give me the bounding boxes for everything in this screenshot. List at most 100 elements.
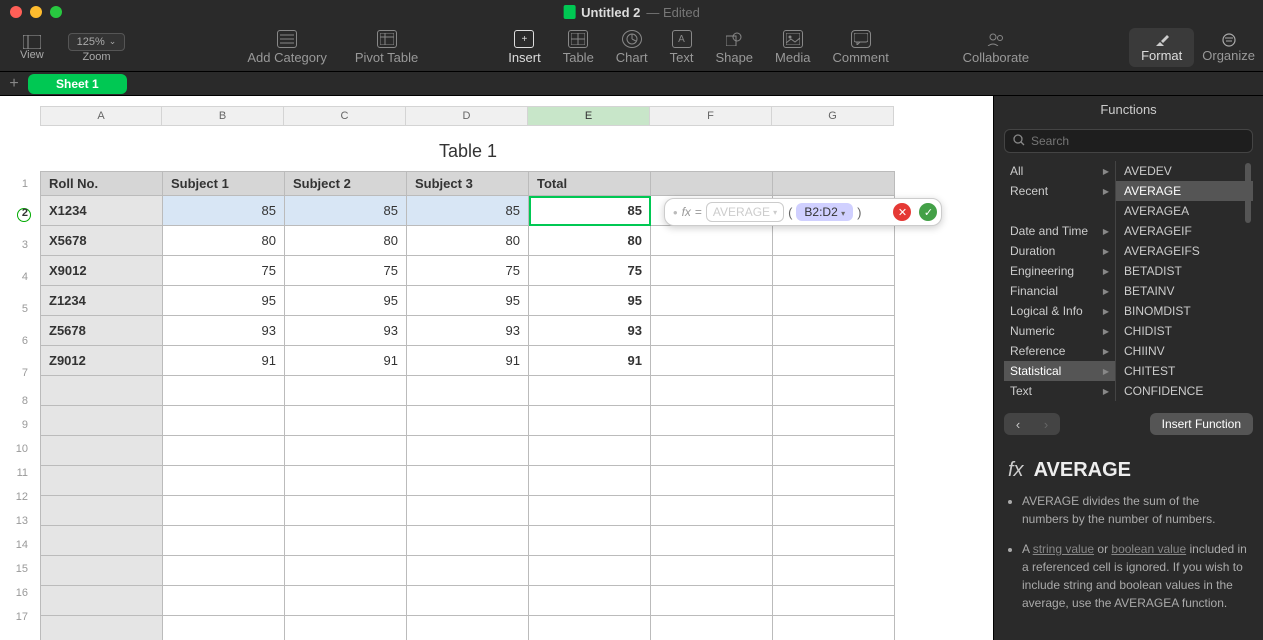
col-header-b[interactable]: B [162,106,284,126]
shape-button[interactable]: Shape [715,30,753,65]
category-item[interactable]: Logical & Info▶ [1004,301,1115,321]
cell[interactable] [529,556,651,586]
cell[interactable] [41,436,163,466]
category-item[interactable]: Recent▶ [1004,181,1115,201]
cell[interactable] [773,286,895,316]
category-item[interactable]: Numeric▶ [1004,321,1115,341]
search-input[interactable] [1031,134,1244,148]
cell[interactable]: 95 [407,286,529,316]
function-item[interactable]: CONFIDENCE [1116,381,1253,401]
th-subject3[interactable]: Subject 3 [407,172,529,196]
cell[interactable] [651,526,773,556]
row-num-13[interactable]: 13 [10,509,32,533]
row-num-5[interactable]: 5 [10,293,32,325]
cell[interactable] [407,586,529,616]
cell[interactable] [773,406,895,436]
cell[interactable] [285,466,407,496]
cell[interactable] [651,226,773,256]
cell[interactable] [407,556,529,586]
cell[interactable]: 80 [285,226,407,256]
text-button[interactable]: A Text [670,30,694,65]
cell[interactable] [163,496,285,526]
cell[interactable]: 75 [163,256,285,286]
category-item[interactable]: Financial▶ [1004,281,1115,301]
col-header-d[interactable]: D [406,106,528,126]
col-header-a[interactable]: A [40,106,162,126]
function-item[interactable]: CHIINV [1116,341,1253,361]
view-button[interactable]: View [8,35,56,61]
organize-button[interactable]: Organize [1202,32,1255,63]
cell[interactable] [407,406,529,436]
cell[interactable] [651,556,773,586]
cell[interactable] [529,406,651,436]
row-num-2[interactable]: 2 [10,197,32,229]
th-subject1[interactable]: Subject 1 [163,172,285,196]
function-list[interactable]: AVEDEVAVERAGEAVERAGEAAVERAGEIFAVERAGEIFS… [1116,161,1253,401]
cell-total[interactable]: 91 [529,346,651,376]
cell[interactable] [773,376,895,406]
function-item[interactable]: AVERAGEIF [1116,221,1253,241]
col-header-e[interactable]: E [528,106,650,126]
nav-forward-button[interactable]: › [1032,413,1060,435]
function-item[interactable]: CHIDIST [1116,321,1253,341]
cell[interactable] [41,496,163,526]
cell[interactable] [163,376,285,406]
row-num-8[interactable]: 8 [10,389,32,413]
row-num-1[interactable]: 1 [10,171,32,197]
cell[interactable]: 85 [285,196,407,226]
spreadsheet-area[interactable]: A B C D E F G 1 2 3 4 5 6 7 8 9 10 11 12… [0,96,993,640]
row-num-7[interactable]: 7 [10,357,32,389]
th-empty1[interactable] [651,172,773,196]
cell[interactable] [163,616,285,640]
category-item[interactable]: All▶ [1004,161,1115,181]
cell[interactable] [529,526,651,556]
zoom-control[interactable]: 125% ⌄ Zoom [56,33,138,63]
function-item[interactable]: BETADIST [1116,261,1253,281]
cell[interactable] [407,496,529,526]
minimize-window-button[interactable] [30,6,42,18]
cell[interactable] [285,436,407,466]
cell[interactable] [651,286,773,316]
add-category-button[interactable]: Add Category [247,30,327,65]
cell[interactable] [529,436,651,466]
category-item[interactable]: Date and Time▶ [1004,221,1115,241]
cell[interactable] [773,436,895,466]
cell[interactable]: 95 [163,286,285,316]
cell[interactable]: 85 [407,196,529,226]
cell[interactable]: 75 [285,256,407,286]
cell[interactable] [285,406,407,436]
cell[interactable] [163,406,285,436]
row-num-9[interactable]: 9 [10,413,32,437]
row-num-15[interactable]: 15 [10,557,32,581]
col-header-c[interactable]: C [284,106,406,126]
category-item[interactable] [1004,201,1115,221]
cell[interactable] [651,316,773,346]
category-item[interactable]: Engineering▶ [1004,261,1115,281]
table-title[interactable]: Table 1 [40,141,896,162]
cell[interactable] [41,556,163,586]
cell[interactable] [773,226,895,256]
insert-button[interactable]: + Insert [508,30,541,65]
cell[interactable]: 80 [163,226,285,256]
cell[interactable] [285,526,407,556]
category-item[interactable]: Duration▶ [1004,241,1115,261]
function-item[interactable]: AVEDEV [1116,161,1253,181]
cell[interactable] [163,526,285,556]
cell[interactable]: 93 [163,316,285,346]
accept-formula-button[interactable]: ✓ [919,203,937,221]
cell[interactable] [529,496,651,526]
cell[interactable] [651,616,773,640]
cell[interactable] [529,466,651,496]
cell-roll[interactable]: Z9012 [41,346,163,376]
cell-roll[interactable]: Z5678 [41,316,163,346]
cell[interactable] [773,346,895,376]
formula-range-token[interactable]: B2:D2 ▾ [796,203,853,221]
boolean-value-link[interactable]: boolean value [1111,542,1186,556]
cell[interactable] [651,586,773,616]
cell[interactable] [651,436,773,466]
category-item[interactable]: Statistical▶ [1004,361,1115,381]
cell[interactable]: 75 [407,256,529,286]
cell[interactable] [41,616,163,640]
cell[interactable] [285,496,407,526]
row-num-3[interactable]: 3 [10,229,32,261]
